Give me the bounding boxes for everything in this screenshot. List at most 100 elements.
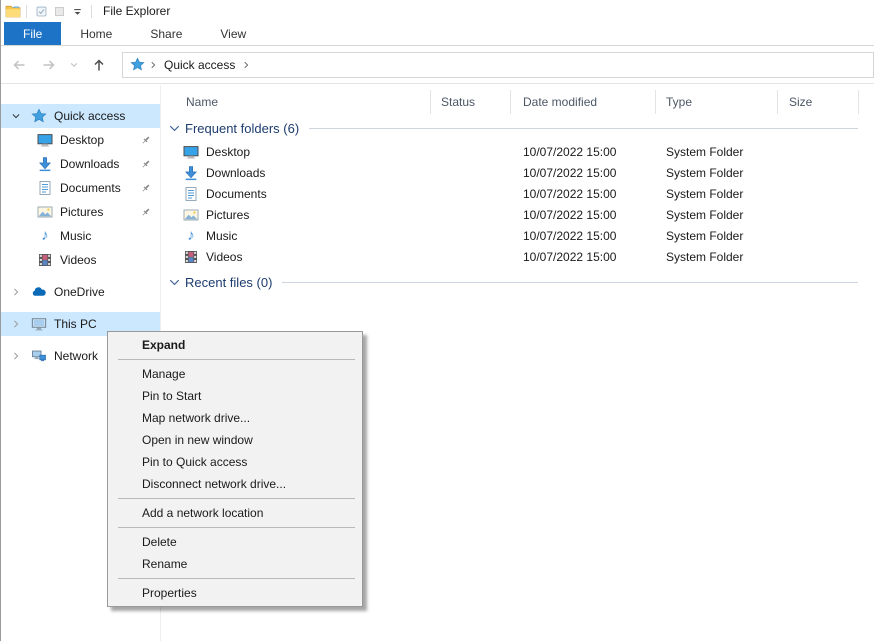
tab-share[interactable]: Share xyxy=(131,22,201,45)
column-header-date-modified[interactable]: Date modified xyxy=(511,90,656,114)
chevron-down-icon[interactable] xyxy=(8,109,23,124)
menu-separator xyxy=(118,527,355,528)
sidebar-item-label: Downloads xyxy=(60,157,119,171)
column-header-status[interactable]: Status xyxy=(431,90,511,114)
name-cell: Pictures xyxy=(161,207,431,223)
sidebar-item-label: Pictures xyxy=(60,205,103,219)
group-header-line xyxy=(282,282,858,283)
address-bar[interactable]: Quick access xyxy=(122,52,874,78)
pin-icon xyxy=(139,182,152,195)
menu-item-pin-to-quick-access[interactable]: Pin to Quick access xyxy=(108,451,362,473)
sidebar-item-label: Quick access xyxy=(54,109,125,123)
sidebar-item-videos[interactable]: Videos xyxy=(1,248,160,272)
pictures-icon xyxy=(37,204,53,220)
menu-item-pin-to-start[interactable]: Pin to Start xyxy=(108,385,362,407)
file-explorer-window: File Explorer FileHomeShareView Quick ac… xyxy=(0,0,874,641)
group-header-recent-files-0[interactable]: Recent files (0) xyxy=(161,269,874,295)
up-button[interactable] xyxy=(87,53,111,77)
breadcrumb-chevron-icon[interactable] xyxy=(148,60,158,70)
titlebar-separator xyxy=(91,5,92,18)
documents-icon xyxy=(183,186,199,202)
file-row-videos[interactable]: Videos10/07/2022 15:00System Folder xyxy=(161,246,874,267)
breadcrumb-quick-access[interactable]: Quick access xyxy=(161,58,238,72)
chevron-right-icon[interactable] xyxy=(8,317,23,332)
downloads-icon xyxy=(183,165,199,181)
group-header-frequent-folders-6[interactable]: Frequent folders (6) xyxy=(161,115,874,141)
type-cell: System Folder xyxy=(656,166,778,180)
window-title: File Explorer xyxy=(103,4,170,18)
type-cell: System Folder xyxy=(656,208,778,222)
file-name: Documents xyxy=(206,187,267,201)
menu-item-open-in-new-window[interactable]: Open in new window xyxy=(108,429,362,451)
menu-item-add-a-network-location[interactable]: Add a network location xyxy=(108,502,362,524)
quick-access-star-icon xyxy=(31,108,47,124)
file-name: Videos xyxy=(206,250,242,264)
file-row-desktop[interactable]: Desktop10/07/2022 15:00System Folder xyxy=(161,141,874,162)
file-explorer-icon xyxy=(5,3,21,19)
ribbon-tab-bar: FileHomeShareView xyxy=(1,22,874,46)
sidebar-item-pictures[interactable]: Pictures xyxy=(1,200,160,224)
menu-item-expand[interactable]: Expand xyxy=(108,334,362,356)
back-button[interactable] xyxy=(7,53,31,77)
menu-item-map-network-drive[interactable]: Map network drive... xyxy=(108,407,362,429)
breadcrumb-chevron-icon[interactable] xyxy=(241,60,251,70)
quick-access-star-icon xyxy=(130,57,145,72)
column-header-name[interactable]: Name xyxy=(161,90,431,114)
chevron-right-icon[interactable] xyxy=(8,285,23,300)
sidebar-item-music[interactable]: ♪ Music xyxy=(1,224,160,248)
onedrive-icon xyxy=(31,284,47,300)
menu-item-properties[interactable]: Properties xyxy=(108,582,362,604)
forward-button[interactable] xyxy=(37,53,61,77)
menu-item-rename[interactable]: Rename xyxy=(108,553,362,575)
music-icon: ♪ xyxy=(37,228,53,244)
file-name: Music xyxy=(206,229,237,243)
sidebar-item-onedrive[interactable]: OneDrive xyxy=(1,280,160,304)
navigation-bar: Quick access xyxy=(1,46,874,84)
sidebar-item-label: Videos xyxy=(60,253,96,267)
qat-properties-button[interactable] xyxy=(32,2,50,20)
file-row-downloads[interactable]: Downloads10/07/2022 15:00System Folder xyxy=(161,162,874,183)
tab-home[interactable]: Home xyxy=(61,22,131,45)
type-cell: System Folder xyxy=(656,145,778,159)
date-modified-cell: 10/07/2022 15:00 xyxy=(511,250,656,264)
tab-file[interactable]: File xyxy=(4,22,61,45)
sidebar-item-label: This PC xyxy=(54,317,97,331)
file-row-documents[interactable]: Documents 10/07/2022 15:00System Folder xyxy=(161,183,874,204)
menu-item-manage[interactable]: Manage xyxy=(108,363,362,385)
name-cell: Videos xyxy=(161,249,431,265)
context-menu: Expand ManagePin to StartMap network driv… xyxy=(107,331,363,607)
this-pc-icon xyxy=(31,316,47,332)
file-list: Frequent folders (6)Desktop10/07/2022 15… xyxy=(161,115,874,295)
file-row-pictures[interactable]: Pictures10/07/2022 15:00System Folder xyxy=(161,204,874,225)
column-header-size[interactable]: Size xyxy=(778,90,859,114)
pin-icon xyxy=(139,158,152,171)
menu-separator xyxy=(118,578,355,579)
menu-item-disconnect-network-drive[interactable]: Disconnect network drive... xyxy=(108,473,362,495)
qat-customize-dropdown[interactable] xyxy=(68,2,86,20)
menu-separator xyxy=(118,359,355,360)
name-cell: Downloads xyxy=(161,165,431,181)
tab-view[interactable]: View xyxy=(201,22,265,45)
sidebar-item-label: Music xyxy=(60,229,91,243)
file-row-music[interactable]: ♪Music10/07/2022 15:00System Folder xyxy=(161,225,874,246)
videos-icon xyxy=(37,252,53,268)
menu-item-delete[interactable]: Delete xyxy=(108,531,362,553)
name-cell: Documents xyxy=(161,186,431,202)
type-cell: System Folder xyxy=(656,187,778,201)
sidebar-item-downloads[interactable]: Downloads xyxy=(1,152,160,176)
chevron-right-icon[interactable] xyxy=(8,349,23,364)
qat-new-folder-button[interactable] xyxy=(50,2,68,20)
sidebar-item-label: OneDrive xyxy=(54,285,105,299)
date-modified-cell: 10/07/2022 15:00 xyxy=(511,187,656,201)
recent-locations-dropdown[interactable] xyxy=(67,53,81,77)
date-modified-cell: 10/07/2022 15:00 xyxy=(511,229,656,243)
sidebar-item-desktop[interactable]: Desktop xyxy=(1,128,160,152)
column-header-type[interactable]: Type xyxy=(656,90,778,114)
titlebar-separator xyxy=(26,5,27,18)
group-header-line xyxy=(309,128,858,129)
chevron-down-icon xyxy=(167,275,182,290)
sidebar-item-quick-access[interactable]: Quick access xyxy=(1,104,160,128)
menu-separator xyxy=(118,498,355,499)
sidebar-item-documents[interactable]: Documents xyxy=(1,176,160,200)
name-cell: Desktop xyxy=(161,144,431,160)
